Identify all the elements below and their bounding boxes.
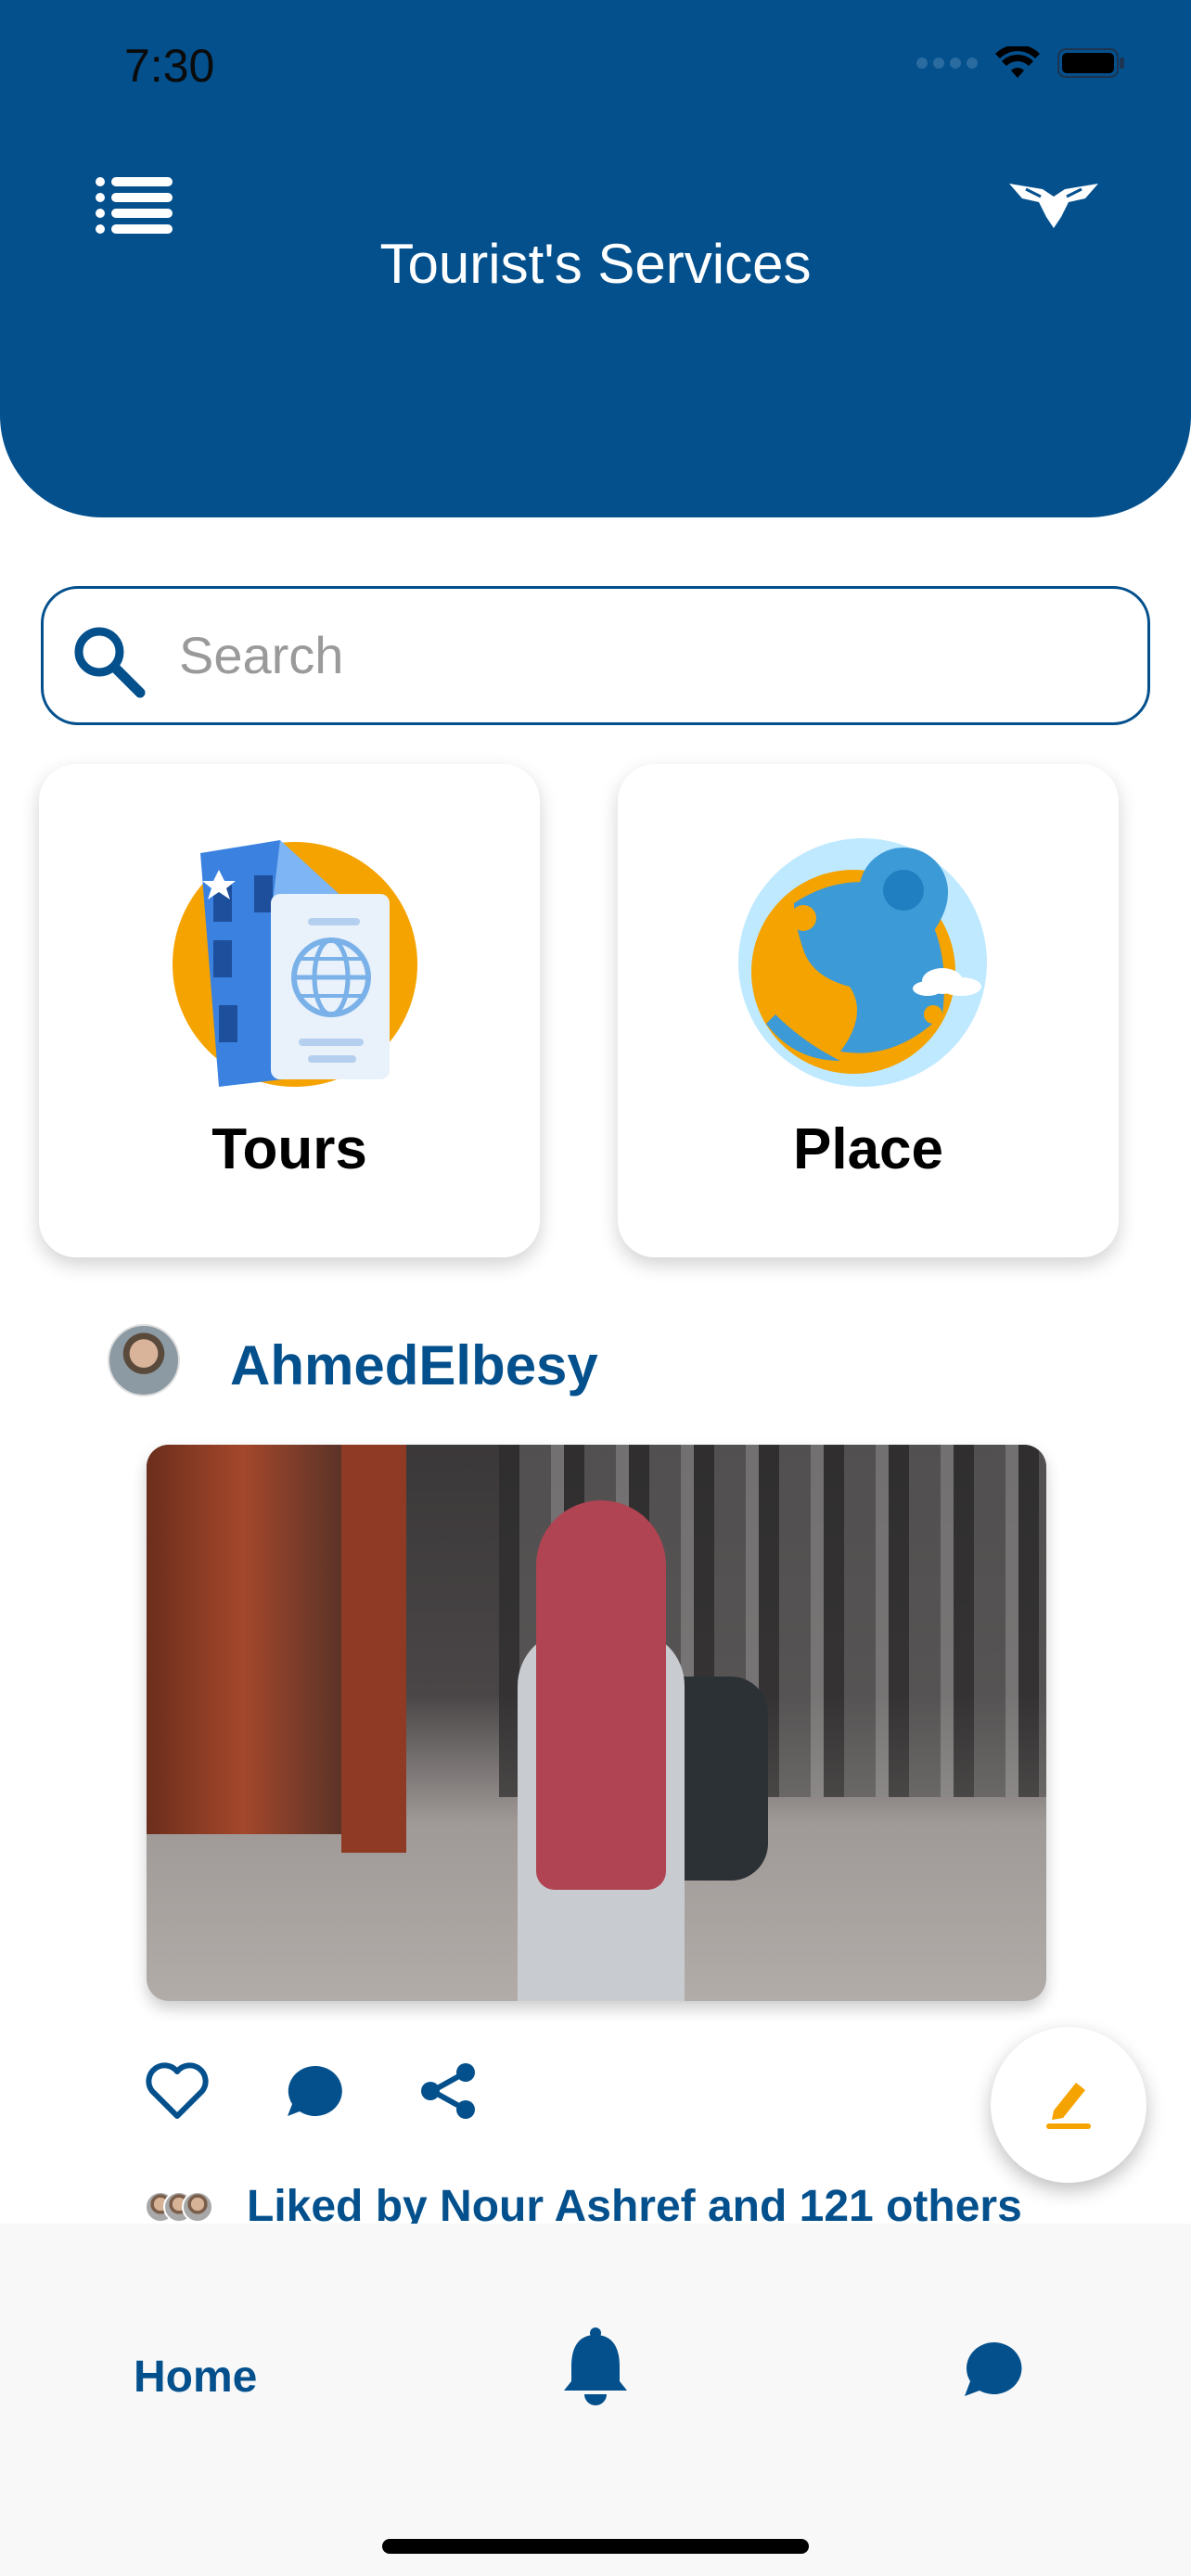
category-label: Tours: [211, 1117, 367, 1181]
app-header: 7:30 Tourist's Services: [0, 0, 1191, 517]
edit-pencil-icon: [1041, 2075, 1096, 2136]
winged-logo-icon[interactable]: [1007, 176, 1100, 232]
signal-icon: [916, 57, 978, 69]
menu-list-icon[interactable]: [95, 174, 174, 239]
chat-bubble-icon[interactable]: [959, 2337, 1026, 2404]
heart-icon[interactable]: [145, 2062, 210, 2120]
avatar[interactable]: [108, 1324, 180, 1396]
search-bar[interactable]: [41, 586, 1150, 725]
category-label: Place: [792, 1117, 944, 1181]
liked-avatars: [145, 2190, 213, 2223]
globe-pin-illustration: [738, 829, 998, 1089]
compose-button[interactable]: [991, 2027, 1146, 2183]
notification-bell-icon[interactable]: [558, 2326, 633, 2409]
search-input[interactable]: [179, 622, 1107, 687]
search-icon: [70, 622, 147, 700]
bottom-nav: Home: [0, 2224, 1191, 2576]
category-card-place[interactable]: Place: [618, 764, 1119, 1257]
post-actions: [145, 2062, 479, 2120]
nav-home[interactable]: Home: [134, 2352, 257, 2403]
category-card-tours[interactable]: Tours: [39, 764, 540, 1257]
post-photo[interactable]: [147, 1445, 1046, 2001]
share-icon[interactable]: [419, 2062, 479, 2120]
post-username[interactable]: AhmedElbesy: [230, 1333, 598, 1397]
status-indicators: [916, 46, 1126, 80]
battery-icon: [1057, 47, 1126, 79]
comment-icon[interactable]: [284, 2062, 345, 2120]
status-time: 7:30: [124, 40, 215, 92]
wifi-icon: [994, 46, 1041, 80]
passport-map-illustration: [160, 829, 419, 1089]
home-indicator[interactable]: [382, 2539, 809, 2554]
page-title: Tourist's Services: [379, 233, 812, 295]
